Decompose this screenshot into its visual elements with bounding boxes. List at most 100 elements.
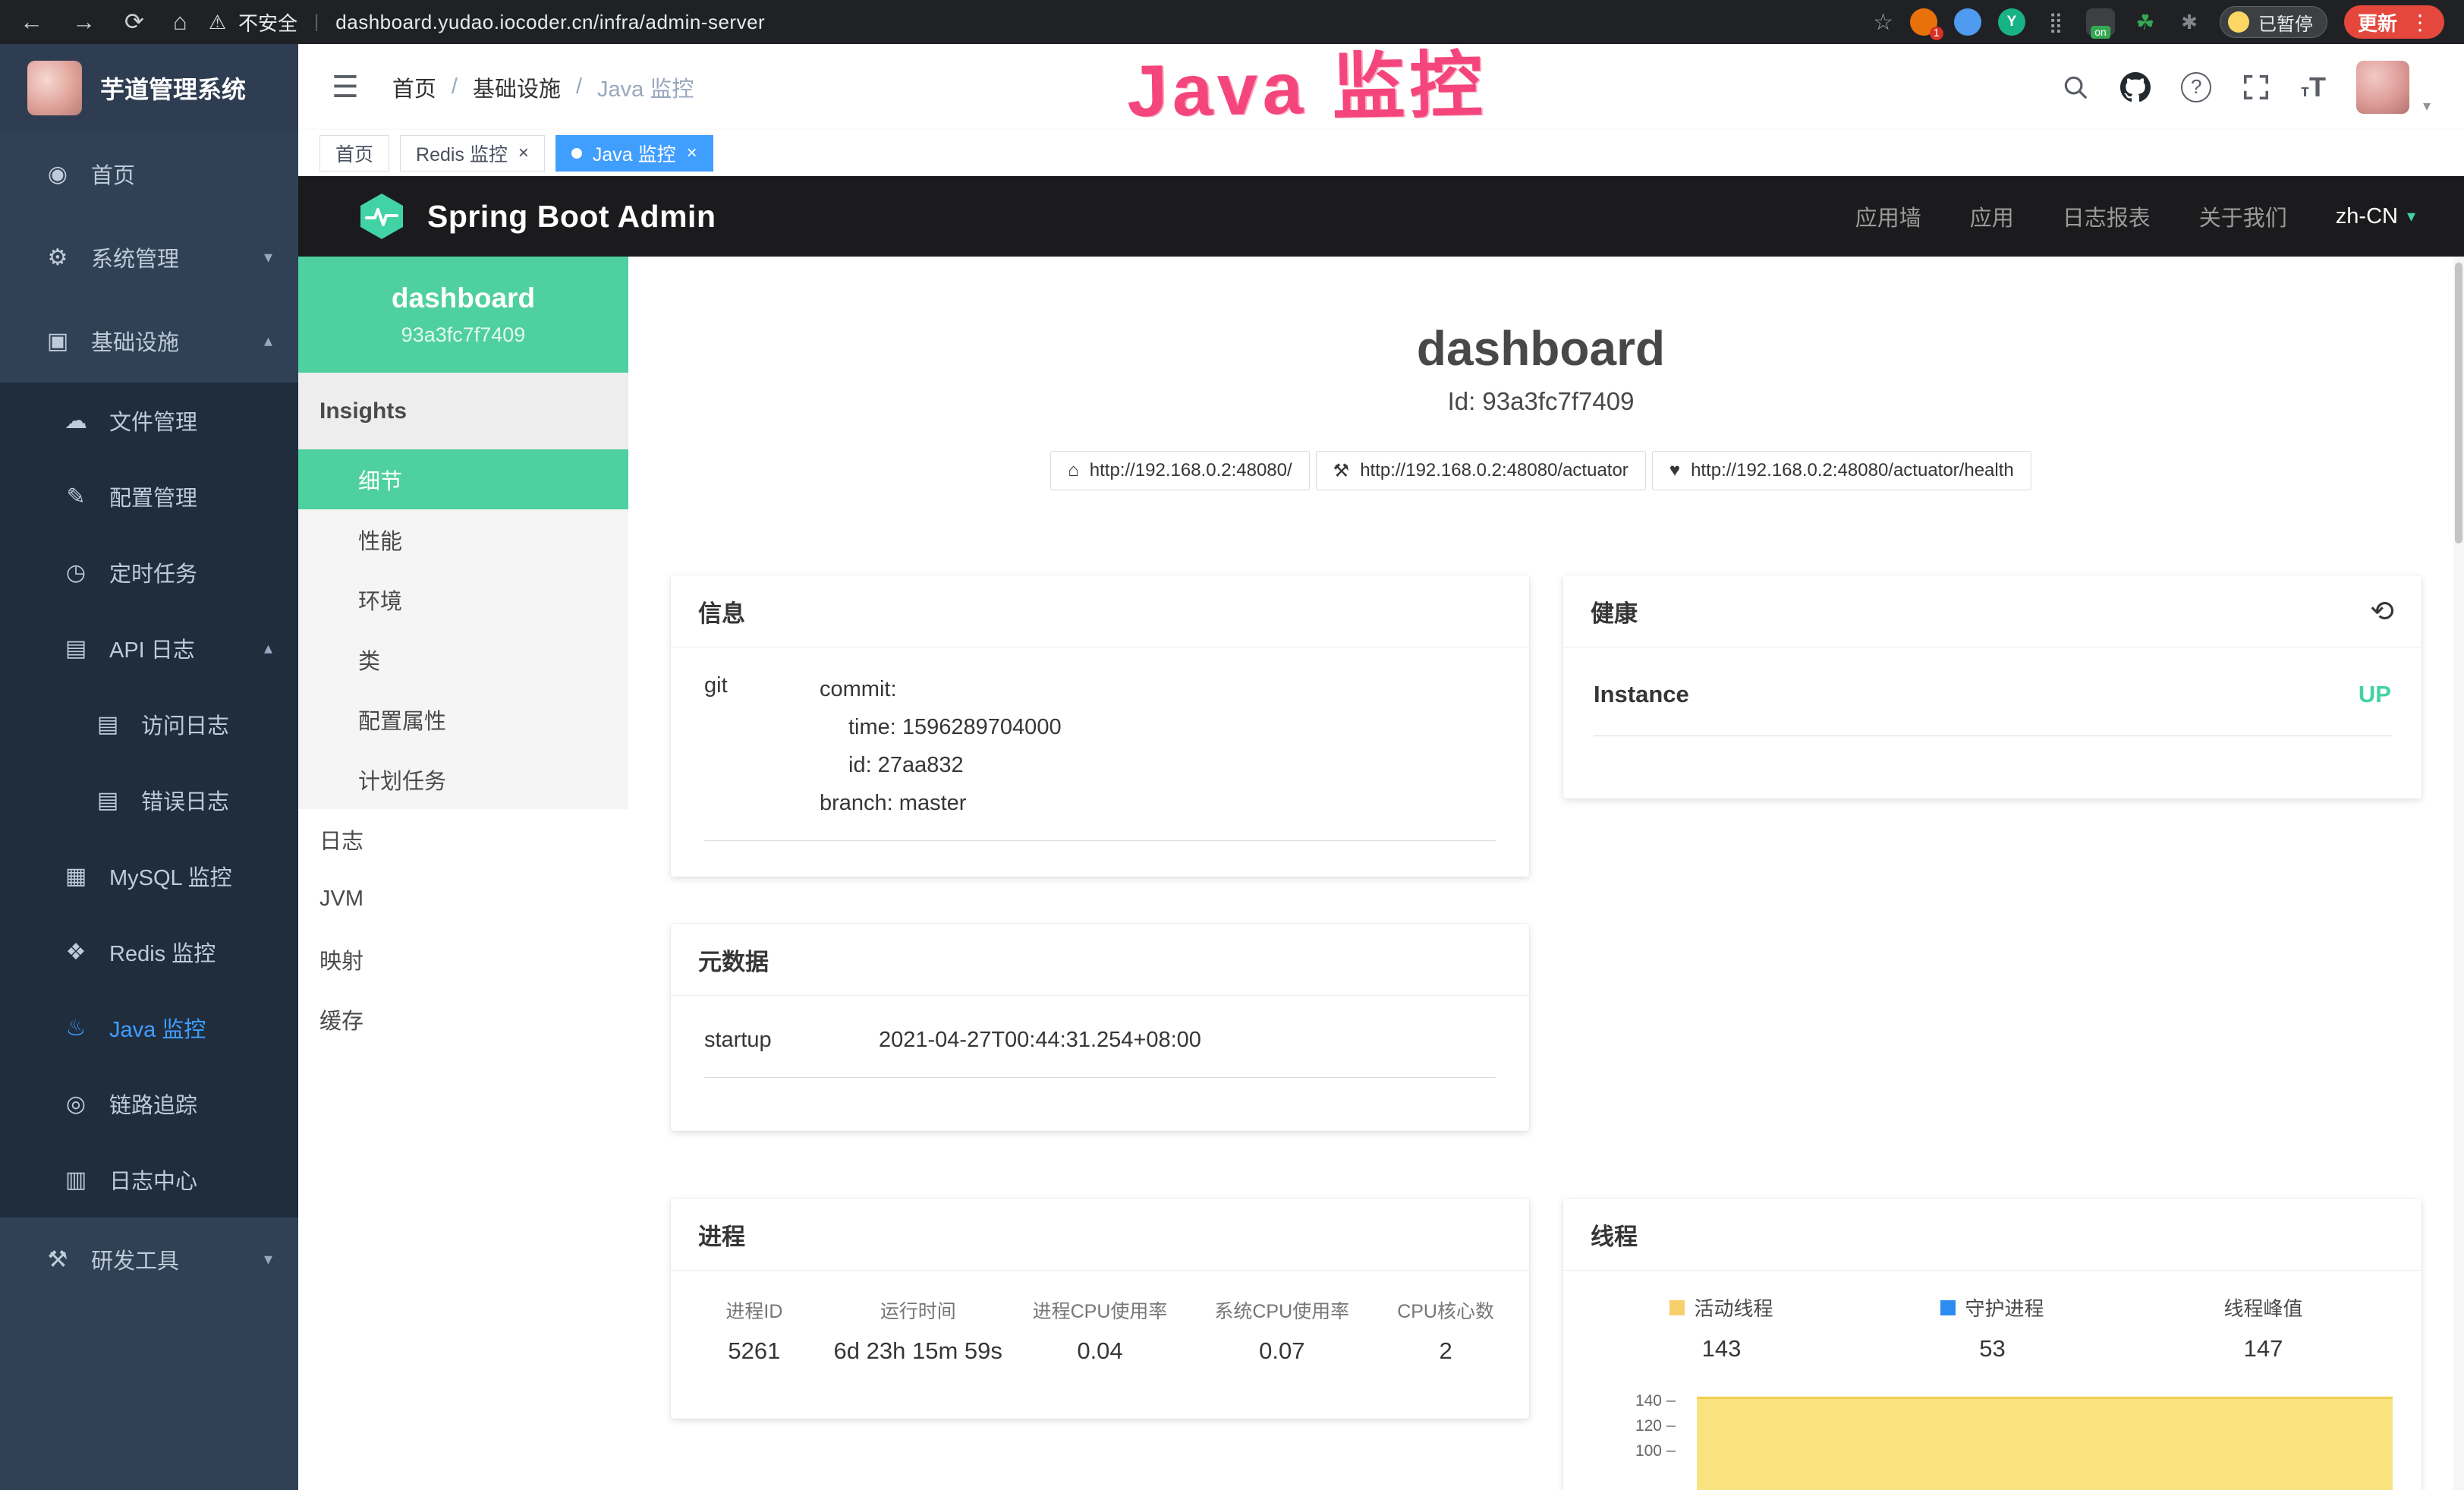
sidebar-item-jvm[interactable]: JVM [298,869,628,929]
search-icon[interactable] [2061,73,2090,102]
legend-cell: 守护进程 53 [1857,1293,2128,1362]
service-url-link[interactable]: ⌂ http://192.168.0.2:48080/ [1050,451,1309,490]
sidebar-item-mappings[interactable]: 映射 [298,929,628,989]
actuator-url-link[interactable]: ⚒ http://192.168.0.2:48080/actuator [1316,451,1646,490]
history-icon[interactable]: ⟲ [2370,594,2394,628]
close-icon[interactable]: × [518,144,529,162]
heart-icon: ♥ [1669,460,1680,481]
link-url: http://192.168.0.2:48080/ [1090,460,1292,481]
extension-orange-icon[interactable]: 1 [1910,8,1937,36]
sidebar-item-tracing[interactable]: ◎ 链路追踪 [0,1066,298,1142]
sidebar-item-logs[interactable]: 日志 [298,809,628,869]
sba-nav-journal[interactable]: 日志报表 [2063,200,2151,232]
sidebar-item-caches[interactable]: 缓存 [298,989,628,1049]
breadcrumb-infrastructure[interactable]: 基础设施 [473,71,561,103]
avatar-caret-icon[interactable]: ▾ [2423,96,2431,115]
hamburger-icon[interactable]: ☰ [332,70,359,105]
edit-icon: ✎ [61,484,91,510]
update-button[interactable]: 更新 ⋮ [2344,5,2444,39]
sidebar-item-redis-monitor[interactable]: ❖ Redis 监控 [0,914,298,990]
locale-label: zh-CN [2336,204,2398,229]
tab-label: Redis 监控 [416,140,508,167]
legend-value: 53 [1857,1335,2128,1362]
sidebar-item-label: 配置管理 [109,480,197,512]
sidebar-item-label: Java 监控 [109,1012,206,1044]
paused-badge[interactable]: 已暂停 [2220,6,2327,38]
back-icon[interactable]: ← [20,8,43,36]
scrollbar[interactable] [2453,257,2464,1490]
close-icon[interactable]: × [687,144,697,162]
paused-emoji-icon [2228,11,2249,33]
sba-nav-applications[interactable]: 应用 [1970,200,2014,232]
bookmark-star-icon[interactable]: ☆ [1873,9,1893,36]
tick-label: 140 [1635,1392,1662,1410]
tab-home[interactable]: 首页 [319,135,389,172]
breadcrumb-separator: / [452,74,458,99]
locale-select[interactable]: zh-CN ▾ [2336,204,2415,229]
sidebar-item-api-logs[interactable]: ▤ API 日志 ▴ [0,610,298,686]
y-axis-label: 100 [1586,1443,1676,1460]
monitor-icon: ▣ [42,328,73,354]
sidebar-item-label: 定时任务 [109,556,197,588]
extension-drop-icon[interactable] [1954,8,1981,36]
scrollbar-thumb[interactable] [2455,263,2462,543]
info-line: branch: master [820,784,1062,822]
github-icon[interactable] [2120,72,2151,102]
kebab-menu-icon[interactable]: ⋮ [2409,10,2431,35]
extension-teal-icon[interactable]: Y [1998,8,2025,36]
extension-switch-icon[interactable]: on [2086,8,2115,36]
home-icon[interactable]: ⌂ [173,8,187,36]
sidebar-item-details[interactable]: 细节 [298,449,628,509]
extension-badge: 1 [1930,27,1943,40]
sba-brand-title[interactable]: Spring Boot Admin [427,199,716,235]
sidebar-item-system[interactable]: ⚙ 系统管理 ▾ [0,216,298,299]
redis-icon: ❖ [61,939,91,966]
address-bar[interactable]: ⚠ 不安全 | dashboard.yudao.iocoder.cn/infra… [209,8,1852,36]
tab-java-monitor[interactable]: Java 监控 × [555,135,713,172]
user-avatar[interactable] [2356,61,2409,114]
sidebar-item-scheduled[interactable]: 计划任务 [298,749,628,809]
extension-grid-icon[interactable]: ⣿ [2042,8,2069,36]
reload-icon[interactable]: ⟳ [124,8,144,36]
sidebar-item-java-monitor[interactable]: ♨ Java 监控 [0,990,298,1066]
fullscreen-icon[interactable] [2242,73,2270,102]
sidebar-item-dev-tools[interactable]: ⚒ 研发工具 ▾ [0,1218,298,1301]
sidebar-item-config-manage[interactable]: ✎ 配置管理 [0,458,298,534]
sba-nav-about[interactable]: 关于我们 [2199,200,2287,232]
sidebar-item-log-center[interactable]: ▥ 日志中心 [0,1142,298,1218]
url-text[interactable]: dashboard.yudao.iocoder.cn/infra/admin-s… [335,11,765,34]
card-body: Instance UP [1563,647,2422,736]
sidebar-item-label: 基础设施 [91,325,179,357]
tab-redis-monitor[interactable]: Redis 监控 × [400,135,545,172]
help-icon[interactable]: ? [2181,72,2211,102]
forward-icon[interactable]: → [72,8,96,36]
card-body: git commit: time: 1596289704000 id: 27aa… [671,647,1529,841]
sba-nav-wallboard[interactable]: 应用墙 [1855,200,1921,232]
extension-puzzle-icon[interactable]: ✱ [2176,8,2203,36]
legend-cell: 线程峰值 147 [2128,1293,2399,1362]
sidebar-item-scheduled-tasks[interactable]: ◷ 定时任务 [0,534,298,610]
breadcrumb-home[interactable]: 首页 [392,71,436,103]
sidebar-item-classes[interactable]: 类 [298,629,628,689]
sidebar-item-label: Redis 监控 [109,936,216,968]
health-url-link[interactable]: ♥ http://192.168.0.2:48080/actuator/heal… [1652,451,2031,490]
sidebar-item-metrics[interactable]: 性能 [298,509,628,569]
sba-header: Spring Boot Admin 应用墙 应用 日志报表 关于我们 zh-CN… [298,176,2464,257]
item-label: JVM [319,887,363,912]
font-size-icon[interactable]: тT [2301,71,2326,103]
security-label[interactable]: 不安全 [238,8,297,36]
card-header: 进程 [671,1199,1529,1271]
sidebar-item-home[interactable]: ◉ 首页 [0,132,298,216]
sidebar-item-infrastructure[interactable]: ▣ 基础设施 ▴ [0,299,298,383]
sidebar-item-environment[interactable]: 环境 [298,569,628,629]
sidebar-item-access-logs[interactable]: ▤ 访问日志 [0,686,298,762]
link-url: http://192.168.0.2:48080/actuator/health [1691,460,2014,481]
sidebar-item-mysql-monitor[interactable]: ▦ MySQL 监控 [0,838,298,914]
metric-value: 5261 [681,1337,827,1365]
sidebar-item-config-props[interactable]: 配置属性 [298,689,628,749]
card-header: 健康 ⟲ [1563,575,2422,647]
sidebar-item-file-manage[interactable]: ☁ 文件管理 [0,383,298,458]
extension-leaf-icon[interactable]: ☘ [2132,8,2159,36]
info-line: id: 27aa832 [820,746,1062,784]
sidebar-item-error-logs[interactable]: ▤ 错误日志 [0,762,298,838]
